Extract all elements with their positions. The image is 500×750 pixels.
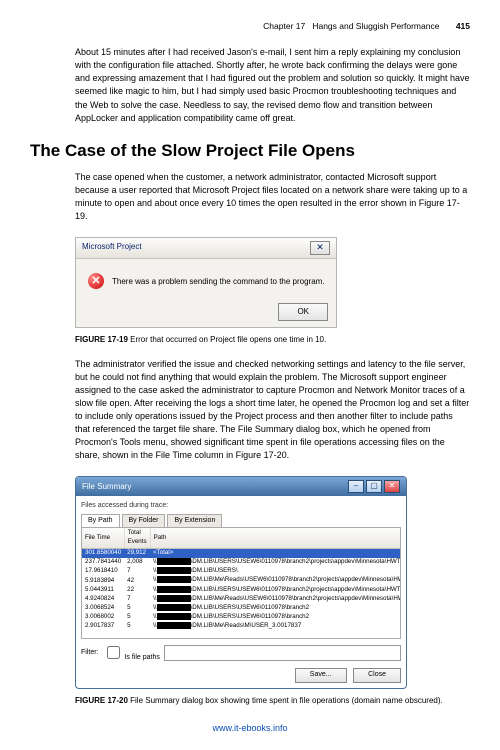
save-button[interactable]: Save... [295, 668, 347, 682]
close-icon[interactable]: ✕ [310, 241, 330, 255]
chapter-title: Hangs and Sluggish Performance [312, 21, 439, 31]
col-file-time[interactable]: File Time [82, 528, 124, 548]
maximize-icon[interactable]: ▢ [366, 480, 382, 493]
file-summary-tabs: By Path By Folder By Extension [81, 514, 401, 527]
intro-paragraph: About 15 minutes after I had received Ja… [75, 46, 470, 124]
figure-17-19-label: FIGURE 17-19 [75, 335, 128, 344]
figure-17-19-text: Error that occurred on Project file open… [128, 335, 326, 344]
page-footer: www.it-ebooks.info [30, 722, 470, 735]
ok-button[interactable]: OK [278, 303, 328, 321]
table-row[interactable]: 3.00685245\\\DM.LIB\USERS\USEW6\0110978\… [82, 604, 401, 613]
table-row[interactable]: 237.78414402,008\\\DM.LIB\USERS\USEW6\01… [82, 558, 401, 567]
page-number: 415 [456, 21, 470, 31]
figure-17-20-caption: FIGURE 17-20 File Summary dialog box sho… [75, 695, 470, 707]
filter-input[interactable] [164, 645, 401, 661]
file-summary-titlebar: File Summary – ▢ ✕ [76, 477, 406, 496]
tab-by-extension[interactable]: By Extension [167, 514, 222, 527]
table-row[interactable]: 5.044391122\\\DM.LIB\USERS\USEW6\0110978… [82, 586, 401, 595]
col-path[interactable]: Path [150, 528, 401, 548]
file-summary-table[interactable]: File Time Total Events Path 301.85800402… [81, 527, 401, 639]
figure-17-19-caption: FIGURE 17-19 Error that occurred on Proj… [75, 334, 470, 346]
filter-checkbox[interactable]: Is file paths [103, 643, 160, 663]
minimize-icon[interactable]: – [348, 480, 364, 493]
tab-by-path[interactable]: By Path [81, 514, 120, 527]
file-summary-subtitle: Files accessed during trace: [81, 501, 401, 511]
footer-link[interactable]: www.it-ebooks.info [212, 723, 287, 733]
filter-label: Filter: [81, 648, 99, 658]
section-heading: The Case of the Slow Project File Opens [30, 139, 470, 164]
file-summary-title: File Summary [82, 481, 131, 493]
figure-17-20-label: FIGURE 17-20 [75, 696, 128, 705]
dialog-titlebar: Microsoft Project ✕ [76, 238, 336, 259]
close-icon[interactable]: ✕ [384, 480, 400, 493]
table-row[interactable]: 3.00680025\\\DM.LIB\USERS\USEW6\0110978\… [82, 613, 401, 622]
close-button[interactable]: Close [353, 668, 401, 682]
col-total-events[interactable]: Total Events [124, 528, 150, 548]
paragraph-2: The case opened when the customer, a net… [75, 171, 470, 223]
dialog-message: There was a problem sending the command … [112, 276, 325, 288]
error-dialog: Microsoft Project ✕ ✕ There was a proble… [75, 237, 337, 328]
paragraph-3: The administrator verified the issue and… [75, 358, 470, 462]
dialog-title: Microsoft Project [82, 241, 142, 255]
table-row[interactable]: 17.96184107\\\DM.LIB\USERS\ [82, 567, 401, 576]
figure-17-20-text: File Summary dialog box showing time spe… [128, 696, 443, 705]
file-summary-dialog: File Summary – ▢ ✕ Files accessed during… [75, 476, 407, 689]
table-row[interactable]: 301.858004029,912<Total> [82, 549, 401, 558]
tab-by-folder[interactable]: By Folder [122, 514, 166, 527]
table-row[interactable]: 5.918389442\\\DM.LIB\Me\Reads\USEW6\0110… [82, 576, 401, 585]
error-icon: ✕ [88, 273, 104, 289]
window-controls: – ▢ ✕ [348, 480, 400, 493]
running-header: Chapter 17 Hangs and Sluggish Performanc… [30, 20, 470, 32]
chapter-label: Chapter 17 [263, 21, 305, 31]
table-row[interactable]: 2.90178375\\\DM.LIB\Me\Reads\M\USER_3.00… [82, 622, 401, 631]
table-row[interactable]: 4.92408247\\\DM.LIB\Me\Reads\USEW6\01109… [82, 595, 401, 604]
